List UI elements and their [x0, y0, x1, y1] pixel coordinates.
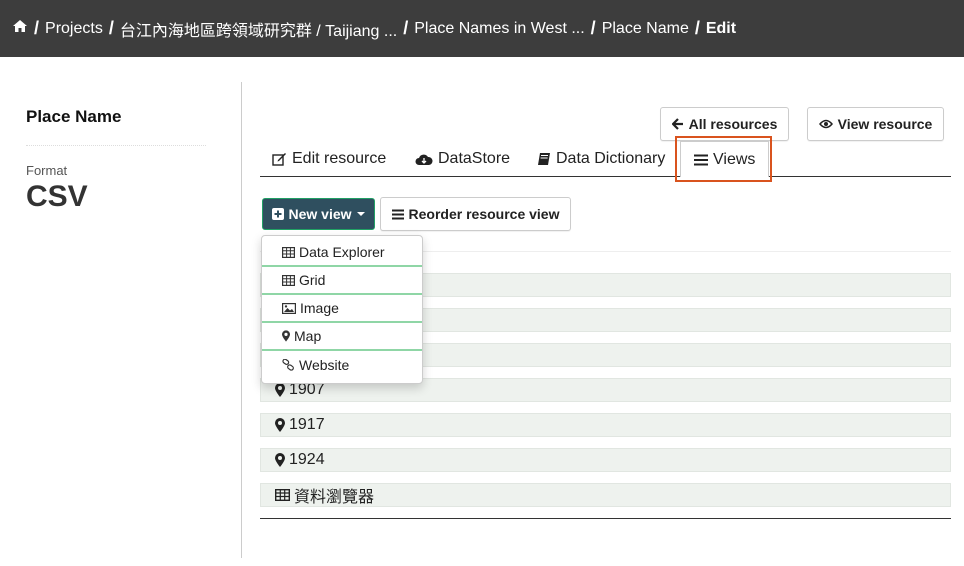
link-icon: [282, 359, 294, 371]
tab-label: DataStore: [438, 150, 511, 167]
view-label: 資料瀏覽器: [294, 489, 375, 506]
sidebar: Place Name Format CSV: [26, 107, 206, 214]
breadcrumb: / Projects / 台江內海地區跨領域研究群 / Taijiang ...…: [0, 0, 964, 57]
resource-title: Place Name: [26, 107, 206, 146]
format-label: Format: [26, 163, 68, 178]
new-view-button[interactable]: New view: [262, 198, 375, 230]
view-resource-button[interactable]: View resource: [807, 107, 944, 141]
eye-icon: [818, 119, 833, 129]
breadcrumb-separator: /: [403, 18, 409, 38]
list-icon: [391, 209, 404, 219]
dropdown-item-image[interactable]: Image: [262, 295, 422, 323]
home-icon: [13, 20, 27, 32]
all-resources-label: All resources: [688, 116, 778, 132]
dropdown-item-data-explorer[interactable]: Data Explorer: [262, 239, 422, 267]
view-item-data-explorer[interactable]: 資料瀏覽器: [260, 483, 951, 507]
view-resource-label: View resource: [837, 116, 933, 132]
dropdown-label: Grid: [299, 272, 326, 288]
breadcrumb-resource[interactable]: Place Name: [602, 20, 689, 38]
view-item-1917[interactable]: 1917: [260, 413, 951, 437]
tab-datastore[interactable]: DataStore: [415, 141, 510, 177]
view-label: 1917: [289, 416, 325, 433]
dropdown-item-grid[interactable]: Grid: [262, 267, 422, 295]
map-marker-icon: [275, 383, 285, 397]
breadcrumb-separator: /: [34, 18, 40, 38]
new-view-label: New view: [288, 206, 352, 222]
breadcrumb-organization[interactable]: 台江內海地區跨領域研究群 / Taijiang ...: [120, 17, 397, 41]
image-icon: [282, 302, 296, 314]
table-icon: [282, 274, 295, 286]
breadcrumb-dataset[interactable]: Place Names in West ...: [414, 20, 584, 38]
tab-label: Data Dictionary: [556, 150, 666, 167]
tab-label: Edit resource: [292, 150, 387, 167]
view-item-1924[interactable]: 1924: [260, 448, 951, 472]
list-bottom-border: [260, 518, 951, 519]
map-marker-icon: [275, 418, 285, 432]
views-tab-highlight: [675, 136, 772, 182]
home-link[interactable]: [12, 19, 28, 38]
dropdown-label: Image: [300, 300, 339, 316]
table-icon: [282, 246, 295, 258]
breadcrumb-projects[interactable]: Projects: [45, 20, 103, 38]
breadcrumb-separator: /: [108, 18, 114, 38]
reorder-resource-view-button[interactable]: Reorder resource view: [380, 197, 571, 231]
chevron-down-icon: [356, 212, 365, 216]
view-label: 1924: [289, 451, 325, 468]
sidebar-divider: [241, 82, 242, 558]
plus-square-icon: [272, 208, 285, 220]
new-view-dropdown: Data Explorer Grid Image Map Website: [261, 235, 423, 384]
arrow-left-icon: [671, 118, 683, 130]
edit-icon: [272, 153, 286, 166]
tab-edit-resource[interactable]: Edit resource: [272, 141, 386, 177]
dropdown-label: Data Explorer: [299, 244, 385, 260]
breadcrumb-separator: /: [694, 18, 700, 38]
map-marker-icon: [282, 330, 290, 342]
dropdown-item-website[interactable]: Website: [262, 351, 422, 379]
breadcrumb-separator: /: [590, 18, 596, 38]
table-icon: [275, 489, 290, 501]
map-marker-icon: [275, 453, 285, 467]
dropdown-label: Map: [294, 328, 322, 344]
format-value: CSV: [26, 180, 88, 213]
reorder-label: Reorder resource view: [408, 206, 560, 222]
cloud-icon: [415, 154, 433, 165]
breadcrumb-current: Edit: [705, 19, 737, 37]
tab-data-dictionary[interactable]: Data Dictionary: [537, 141, 665, 177]
book-icon: [538, 153, 550, 165]
resource-tabs: Edit resource DataStore Data Dictionary …: [260, 141, 951, 177]
dropdown-item-map[interactable]: Map: [262, 323, 422, 351]
dropdown-label: Website: [299, 357, 350, 373]
